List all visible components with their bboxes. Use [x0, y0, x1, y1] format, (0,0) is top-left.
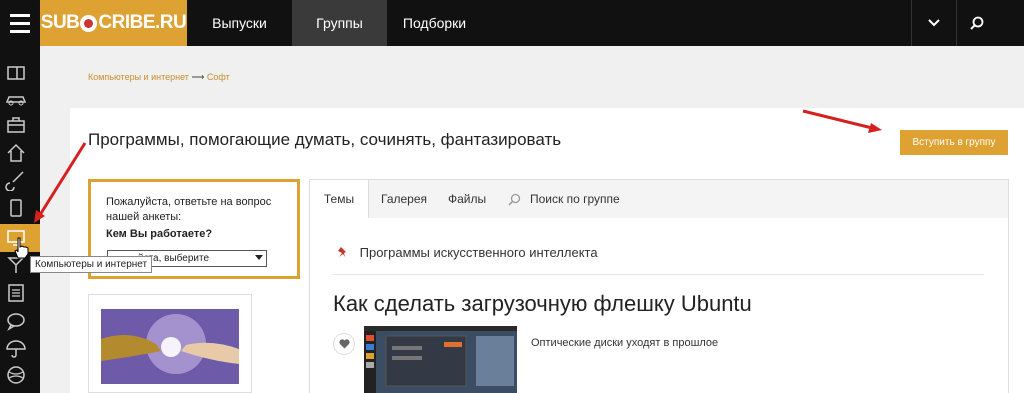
site-logo[interactable]: SUB CRIBE.RU	[40, 0, 187, 46]
like-button[interactable]	[333, 333, 355, 355]
ball-icon[interactable]	[5, 364, 27, 386]
breadcrumb-current-link[interactable]: Софт	[207, 72, 230, 82]
logo-mark-icon	[80, 14, 98, 32]
article-subtitle: Оптические диски уходят в прошлое	[531, 337, 719, 349]
briefcase-icon[interactable]	[5, 114, 27, 136]
tab-topics[interactable]: Темы	[310, 180, 369, 218]
chevron-down-icon[interactable]	[911, 0, 957, 46]
hamburger-menu-icon[interactable]	[0, 0, 40, 46]
umbrella-icon[interactable]	[5, 338, 27, 360]
poll-prompt: Кем Вы работаете?	[106, 228, 213, 240]
nav-item-groups[interactable]: Группы	[292, 0, 387, 46]
group-search-input[interactable]: Поиск по группе	[508, 180, 620, 218]
article-thumbnail[interactable]	[364, 326, 517, 393]
tab-gallery[interactable]: Галерея	[381, 180, 427, 218]
logo-text-suffix: CRIBE.RU	[98, 12, 187, 33]
breadcrumb-parent-link[interactable]: Компьютеры и интернет	[88, 72, 189, 82]
heart-icon	[338, 339, 350, 349]
home-icon[interactable]	[5, 142, 27, 164]
search-icon[interactable]	[957, 0, 997, 46]
topic-name: Программы искусственного интеллекта	[359, 245, 598, 260]
group-image-card[interactable]	[88, 294, 252, 393]
hand-cursor-icon	[14, 237, 29, 259]
poll-question: Пожалуйста, ответьте на вопрос нашей анк…	[106, 196, 272, 223]
join-group-button[interactable]: Вступить в группу	[900, 130, 1008, 155]
chat-icon[interactable]	[5, 310, 27, 332]
page-title: Программы, помогающие думать, сочинять, …	[88, 130, 562, 149]
topic-heading[interactable]: Программы искусственного интеллекта	[337, 245, 598, 260]
group-search-label: Поиск по группе	[530, 192, 620, 206]
phone-icon[interactable]	[5, 197, 27, 219]
search-icon	[508, 193, 521, 206]
divider	[333, 274, 984, 275]
article-title[interactable]: Как сделать загрузочную флешку Ubuntu	[333, 291, 752, 317]
nav-item-issues[interactable]: Выпуски	[187, 0, 292, 46]
pin-icon	[338, 247, 346, 257]
layout-icon[interactable]	[5, 62, 27, 84]
annotation-arrow-right	[802, 109, 882, 133]
logo-text-prefix: SUB	[40, 12, 80, 33]
tab-files[interactable]: Файлы	[448, 180, 486, 218]
breadcrumb-arrow: ⟶	[191, 72, 205, 82]
annotation-arrow-left	[34, 142, 87, 223]
group-cover-image	[101, 309, 239, 384]
nav-item-collections[interactable]: Подборки	[387, 0, 482, 46]
breadcrumb: Компьютеры и интернет ⟶ Софт	[88, 72, 230, 83]
guitar-icon[interactable]	[5, 169, 27, 192]
sidebar-tooltip: Компьютеры и интернет	[30, 256, 153, 273]
car-icon[interactable]	[5, 88, 27, 110]
select-caret-icon	[255, 255, 263, 260]
document-icon[interactable]	[5, 282, 27, 304]
